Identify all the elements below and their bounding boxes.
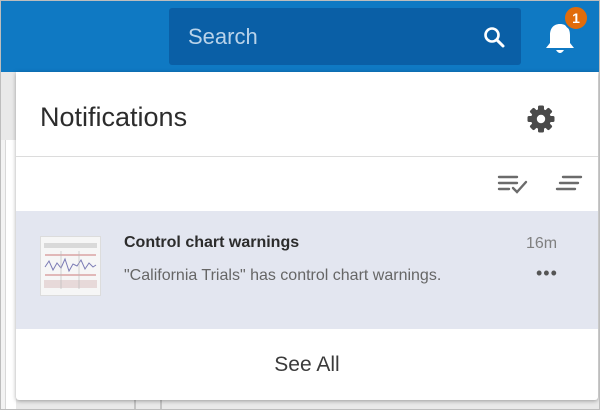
search-box[interactable] xyxy=(169,8,521,65)
mark-all-read-icon[interactable] xyxy=(497,172,529,196)
search-icon[interactable] xyxy=(481,24,507,50)
top-navigation-bar: 1 xyxy=(0,0,600,72)
notification-title: Control chart warnings xyxy=(124,234,300,251)
control-chart-thumbnail xyxy=(40,236,101,296)
search-input[interactable] xyxy=(186,22,481,51)
notification-count-badge: 1 xyxy=(563,5,589,31)
notifications-panel: Notifications Control chart warnings "Ca… xyxy=(16,72,598,400)
see-all-link[interactable]: See All xyxy=(16,329,598,400)
notification-message: "California Trials" has control chart wa… xyxy=(124,267,442,284)
notification-timestamp: 16m xyxy=(526,235,558,252)
more-options-icon[interactable]: ••• xyxy=(536,263,558,284)
sort-lines-icon[interactable] xyxy=(555,172,583,196)
background-sidebar-edge xyxy=(0,140,6,410)
gear-icon[interactable] xyxy=(526,104,556,134)
notification-item[interactable]: Control chart warnings "California Trial… xyxy=(16,211,598,329)
panel-title: Notifications xyxy=(40,102,188,132)
notifications-header: Notifications xyxy=(16,72,598,157)
